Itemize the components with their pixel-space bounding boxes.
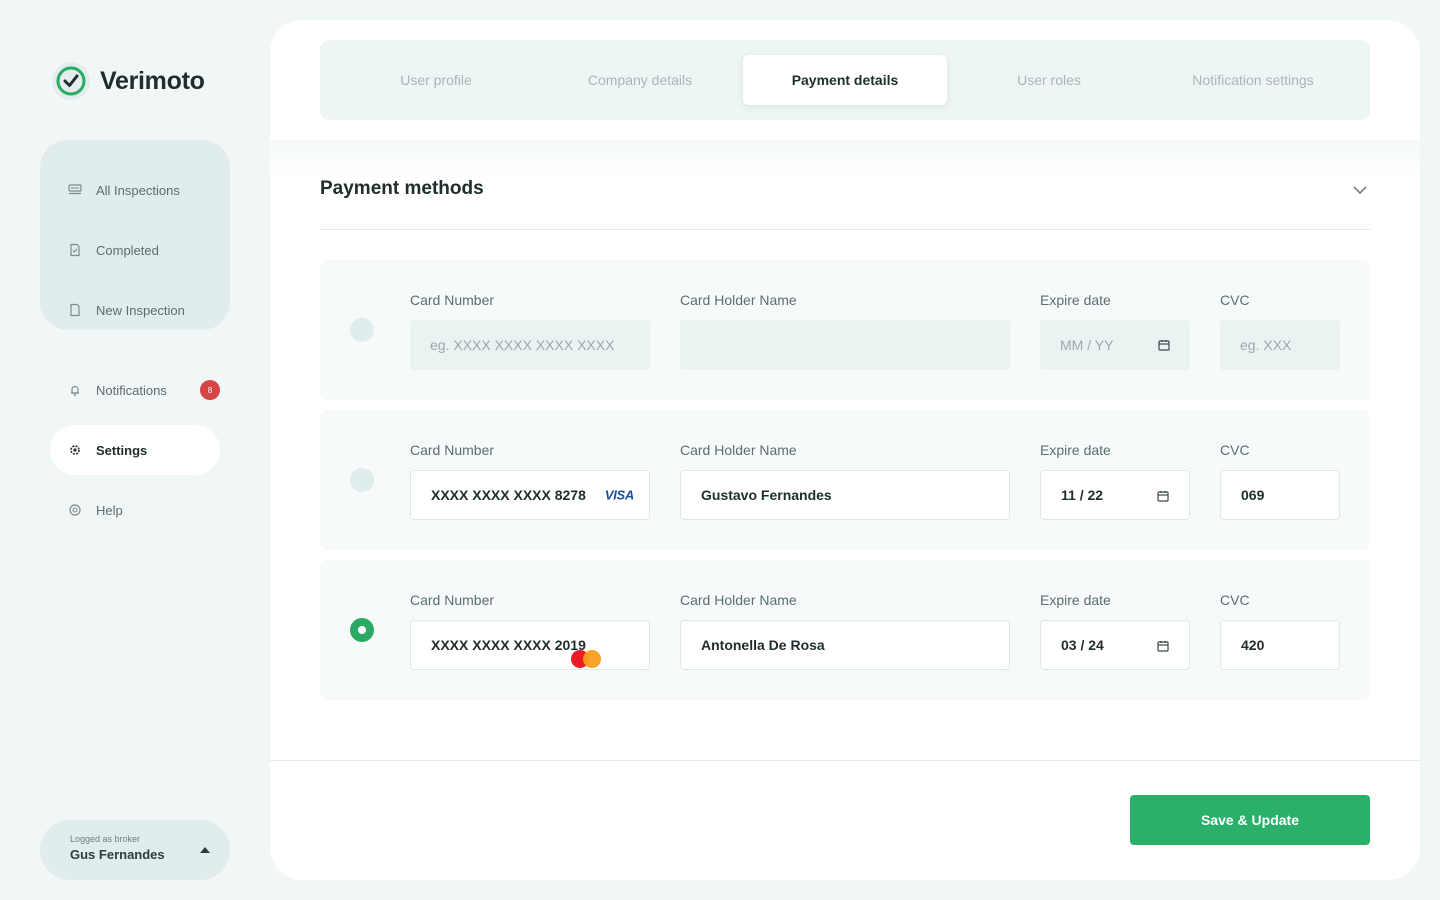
card-select-radio[interactable] xyxy=(350,318,374,342)
logo-check-icon xyxy=(52,62,90,100)
sidebar-item-completed[interactable]: Completed xyxy=(40,220,230,280)
expire-date-input[interactable]: 03 / 24 xyxy=(1040,620,1190,670)
sidebar-item-notifications[interactable]: Notifications 8 xyxy=(50,365,220,415)
calendar-icon[interactable] xyxy=(1157,490,1169,502)
holder-name-label: Card Holder Name xyxy=(680,442,797,458)
chevron-down-icon[interactable] xyxy=(1352,182,1368,198)
cvc-input[interactable]: 420 xyxy=(1220,620,1340,670)
logo[interactable]: Verimoto xyxy=(52,62,205,100)
sidebar-item-label: Completed xyxy=(96,242,159,258)
sidebar-item-label: All Inspections xyxy=(96,182,180,198)
holder-name-label: Card Holder Name xyxy=(680,592,797,608)
user-role: Logged as broker xyxy=(70,834,141,844)
cvc-label: CVC xyxy=(1220,292,1250,308)
holder-name-input[interactable]: Gustavo Fernandes xyxy=(680,470,1010,520)
app-root: Verimoto All Inspections Completed New I… xyxy=(0,0,1440,900)
help-icon xyxy=(69,504,81,516)
sidebar-item-help[interactable]: Help xyxy=(50,485,220,535)
holder-name-label: Card Holder Name xyxy=(680,292,797,308)
caret-up-icon xyxy=(200,847,210,853)
card-number-input[interactable]: XXXX XXXX XXXX 8278 VISA xyxy=(410,470,650,520)
section-divider xyxy=(320,229,1370,230)
sidebar-item-label: Help xyxy=(96,502,123,518)
card-number-label: Card Number xyxy=(410,442,495,458)
expire-date-input[interactable]: 11 / 22 xyxy=(1040,470,1190,520)
section-title: Payment methods xyxy=(320,178,484,199)
sidebar-item-new-inspection[interactable]: New Inspection xyxy=(40,280,230,340)
sidebar-item-settings[interactable]: Settings xyxy=(50,425,220,475)
bell-icon xyxy=(71,385,79,396)
visa-logo-icon: VISA xyxy=(604,487,634,503)
expire-date-label: Expire date xyxy=(1040,292,1111,308)
cvc-label: CVC xyxy=(1220,442,1250,458)
tab-user-profile[interactable]: User profile xyxy=(334,55,538,105)
mastercard-logo-icon xyxy=(570,649,603,669)
expire-date-label: Expire date xyxy=(1040,442,1111,458)
card-number-value: XXXX XXXX XXXX 8278 xyxy=(431,487,586,503)
payment-method-row: Card Number XXXX XXXX XXXX 8278 VISA Car… xyxy=(320,410,1370,550)
card-number-label: Card Number xyxy=(410,292,495,308)
document-icon xyxy=(70,303,80,317)
sidebar-item-label: Notifications xyxy=(96,382,167,398)
tab-notification-settings[interactable]: Notification settings xyxy=(1151,55,1355,105)
cvc-input[interactable]: eg. XXX xyxy=(1220,320,1340,370)
payment-method-row: Card Number XXXX XXXX XXXX 2019 Card Hol… xyxy=(320,560,1370,700)
inspections-nav-group: All Inspections Completed New Inspection xyxy=(40,140,230,330)
notification-count-badge: 8 xyxy=(200,380,220,400)
save-update-button[interactable]: Save & Update xyxy=(1130,795,1370,845)
sidebar-item-label: New Inspection xyxy=(96,302,185,318)
card-number-input[interactable]: XXXX XXXX XXXX 2019 xyxy=(410,620,650,670)
tab-payment-details[interactable]: Payment details xyxy=(743,55,947,105)
gear-icon xyxy=(70,445,80,455)
sidebar-item-label: Settings xyxy=(96,442,148,458)
header-shadow xyxy=(270,140,1420,180)
expire-date-value: 11 / 22 xyxy=(1061,487,1104,503)
expire-date-placeholder: MM / YY xyxy=(1060,337,1114,353)
tab-user-roles[interactable]: User roles xyxy=(947,55,1151,105)
holder-name-input[interactable]: Antonella De Rosa xyxy=(680,620,1010,670)
document-check-icon xyxy=(70,243,80,257)
expire-date-input[interactable]: MM / YY xyxy=(1040,320,1190,370)
cvc-label: CVC xyxy=(1220,592,1250,608)
holder-name-input[interactable] xyxy=(680,320,1010,370)
expire-date-value: 03 / 24 xyxy=(1061,637,1104,653)
card-select-radio[interactable] xyxy=(350,618,374,642)
card-select-radio[interactable] xyxy=(350,468,374,492)
inbox-icon xyxy=(68,184,82,195)
user-menu[interactable]: Logged as broker Gus Fernandes xyxy=(40,820,230,880)
main-panel: User profile Company details Payment det… xyxy=(270,20,1420,880)
card-number-label: Card Number xyxy=(410,592,495,608)
calendar-icon[interactable] xyxy=(1157,640,1169,652)
card-number-input[interactable]: eg. XXXX XXXX XXXX XXXX xyxy=(410,320,650,370)
app-name: Verimoto xyxy=(100,66,205,95)
payment-method-row: Card Number eg. XXXX XXXX XXXX XXXX Card… xyxy=(320,260,1370,400)
settings-tabs: User profile Company details Payment det… xyxy=(320,40,1370,120)
calendar-icon[interactable] xyxy=(1158,339,1170,351)
tab-company-details[interactable]: Company details xyxy=(538,55,742,105)
card-number-value: XXXX XXXX XXXX 2019 xyxy=(431,637,586,653)
footer-divider xyxy=(270,760,1420,761)
cvc-input[interactable]: 069 xyxy=(1220,470,1340,520)
expire-date-label: Expire date xyxy=(1040,592,1111,608)
sidebar-item-all-inspections[interactable]: All Inspections xyxy=(40,160,230,220)
